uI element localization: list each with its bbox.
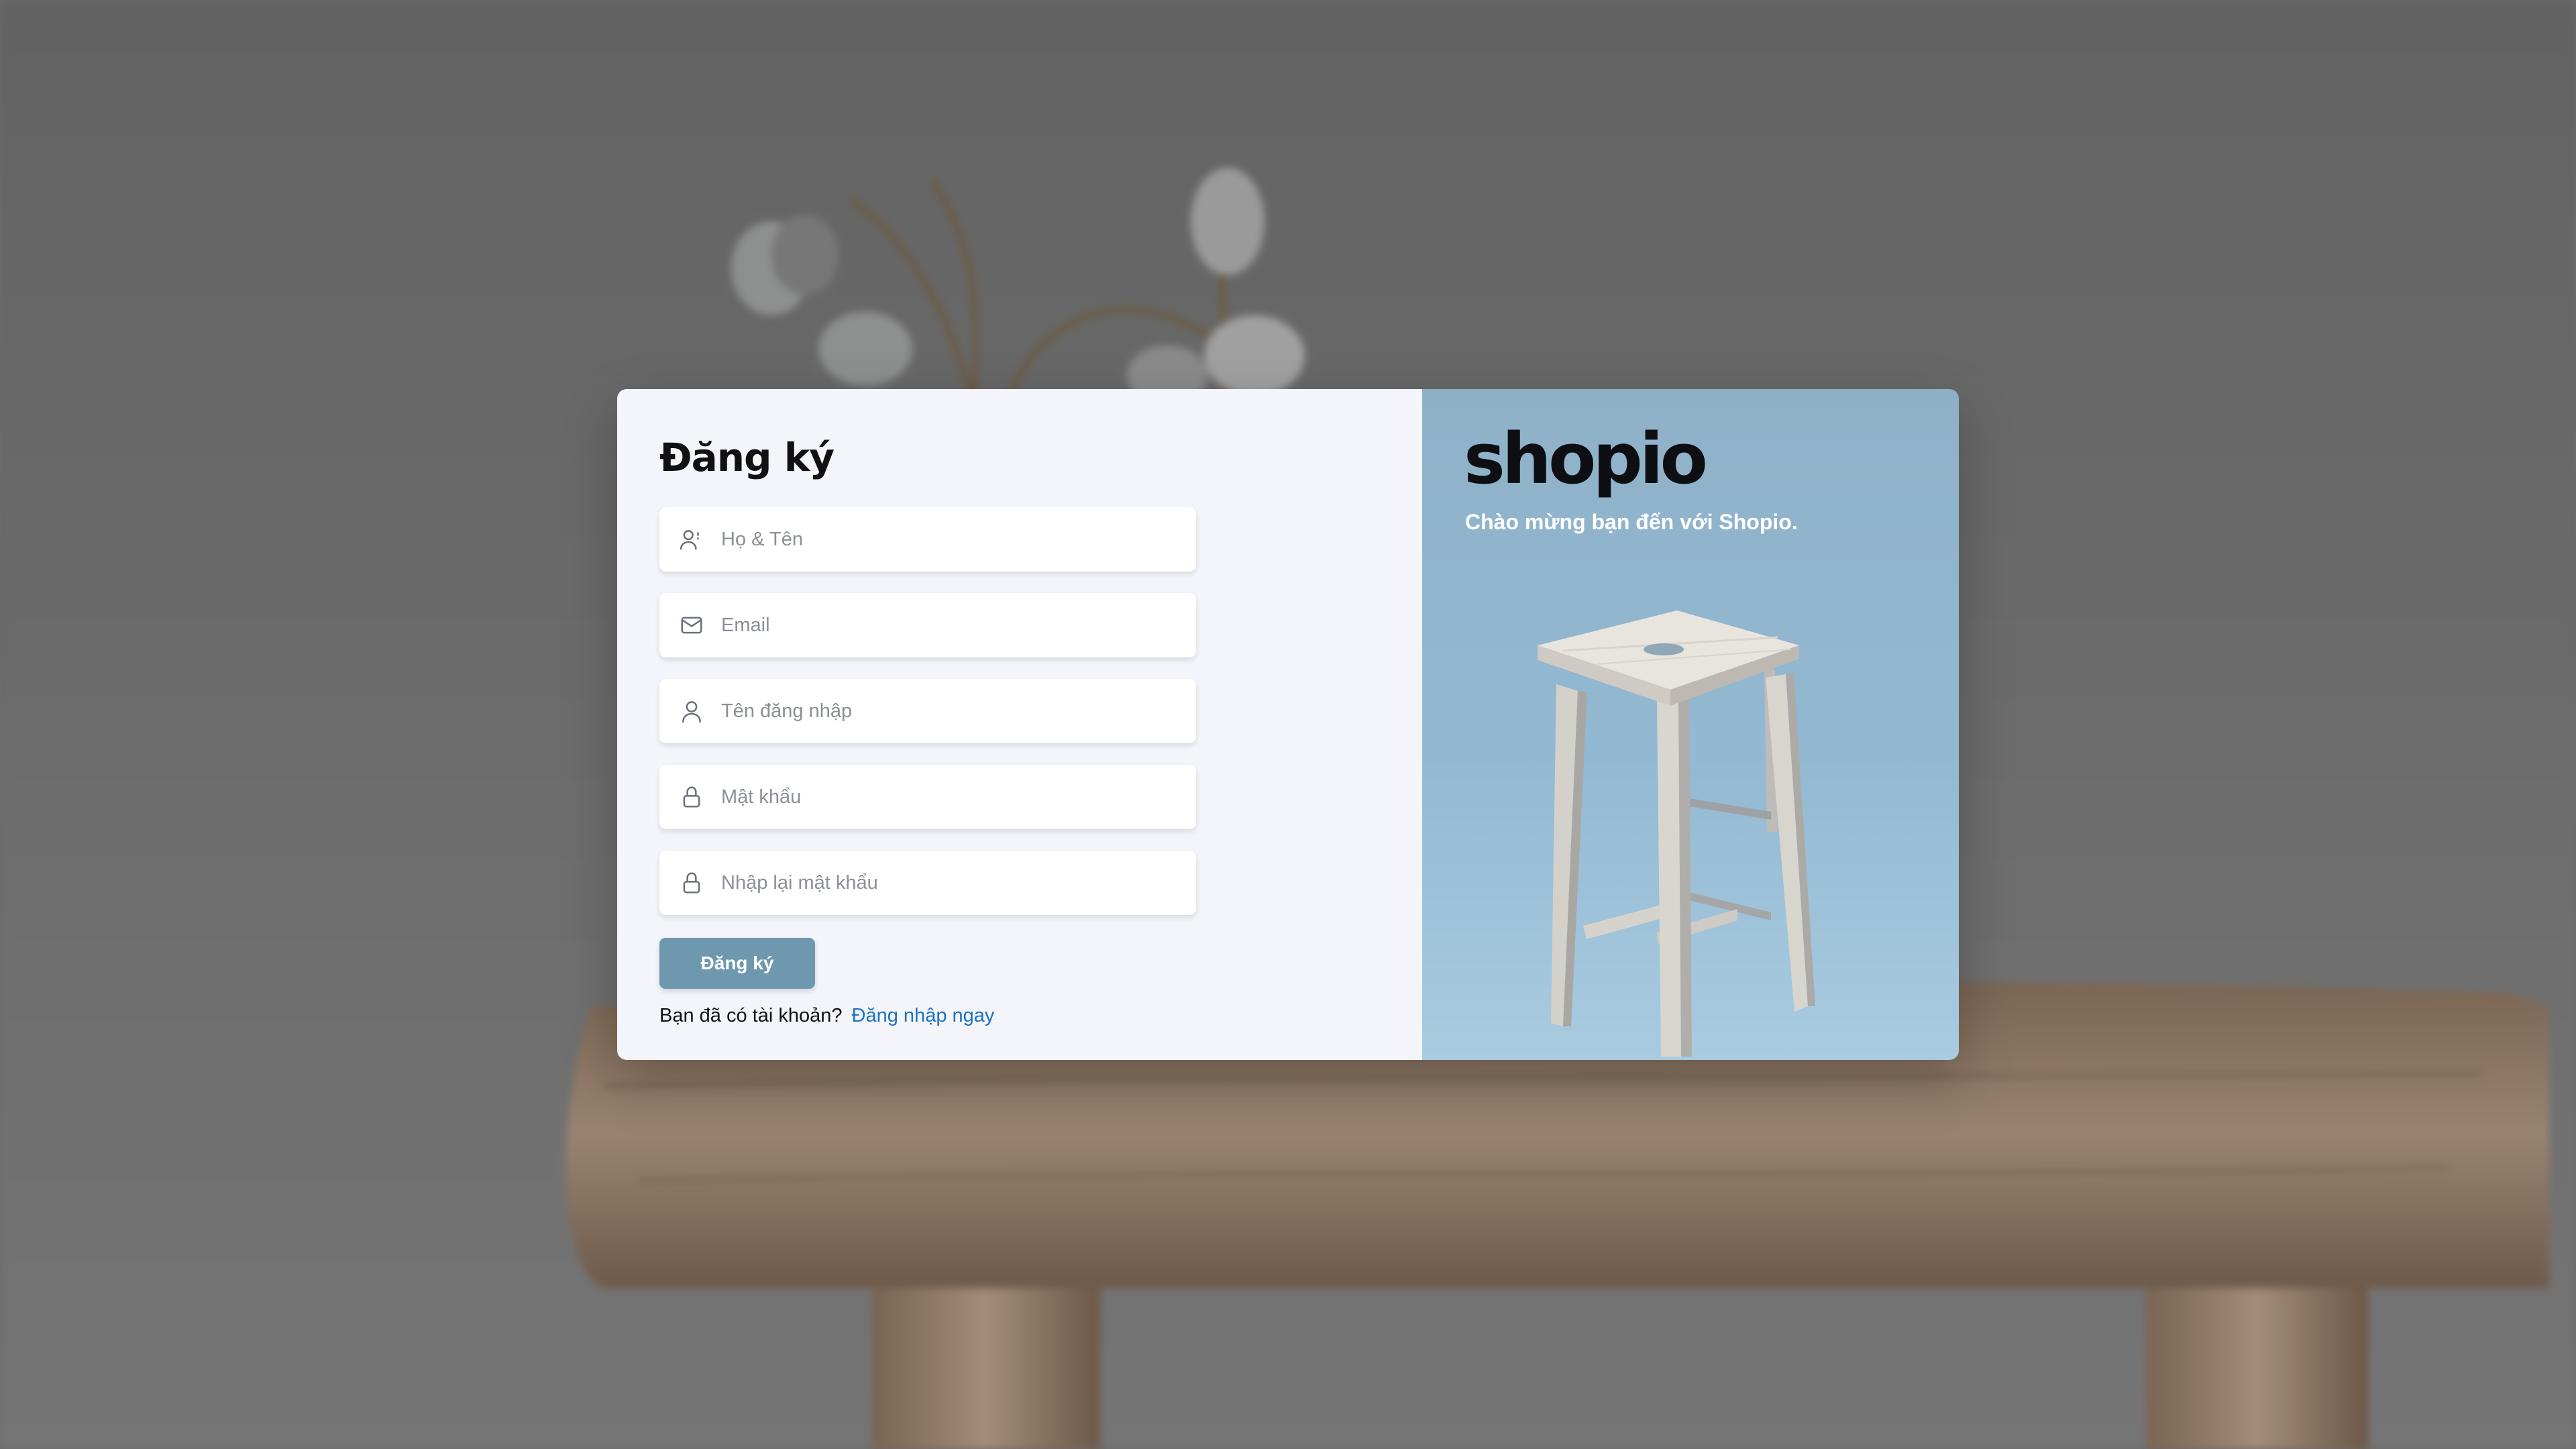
password-field[interactable]	[659, 764, 1196, 830]
confirm-password-input[interactable]	[720, 850, 1196, 916]
password-input[interactable]	[720, 764, 1196, 830]
confirm-password-field[interactable]	[659, 850, 1196, 916]
full-name-input[interactable]	[720, 506, 1196, 572]
email-input[interactable]	[720, 592, 1196, 658]
stool-illustration	[1538, 610, 1815, 1057]
user-icon	[678, 698, 705, 724]
login-link[interactable]: Đăng nhập ngay	[852, 1005, 995, 1026]
signup-card: Đăng ký Họ & Tên Email Tên đăng nhập Đăn…	[617, 389, 1959, 1060]
page-title: Đăng ký	[659, 435, 835, 480]
mail-icon	[678, 612, 705, 639]
full-name-field[interactable]	[659, 506, 1196, 572]
welcome-text: Chào mừng bạn đến với Shopio.	[1465, 510, 1798, 534]
user-plus-icon	[678, 526, 705, 553]
shopio-logo: shopio	[1464, 418, 1708, 500]
username-input[interactable]	[720, 678, 1196, 744]
brand-panel: shopio Chào mừng bạn đến với Shopio.	[1422, 389, 1959, 1060]
lock-icon	[678, 784, 705, 810]
login-prompt: Bạn đã có tài khoản? Đăng nhập ngay	[659, 1005, 994, 1027]
have-account-text: Bạn đã có tài khoản?	[659, 1005, 843, 1026]
email-field[interactable]	[659, 592, 1196, 658]
username-field[interactable]	[659, 678, 1196, 744]
signup-form-panel: Đăng ký Họ & Tên Email Tên đăng nhập Đăn…	[617, 389, 1422, 1060]
lock-icon	[678, 869, 705, 896]
signup-button[interactable]: Đăng ký	[659, 938, 815, 989]
